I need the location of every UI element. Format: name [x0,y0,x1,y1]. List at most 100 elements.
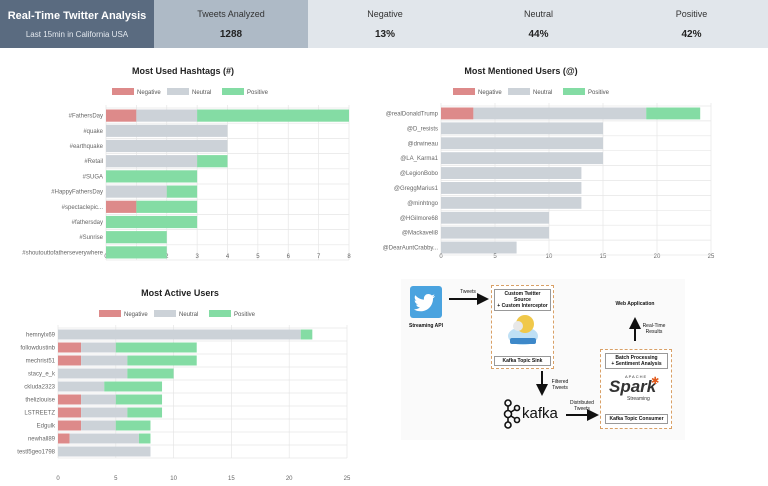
chart2-bar-negative [58,355,82,366]
chart0-category-label: #quake [83,129,103,135]
chart0-tick-label: 8 [347,254,351,260]
chart0-bar-positive [197,155,228,168]
chart2-tick-label: 15 [228,476,235,482]
chart2-tick-label: 5 [114,476,118,482]
chart2-bar-positive [115,420,151,431]
chart0-bar-positive [106,231,167,244]
chart2-legend-swatch-neutral [154,310,176,317]
chart2-bar-positive [115,342,197,353]
chart1-bar-neutral [441,122,603,135]
chart0-category-label: #HappyFathersDay [51,190,103,196]
chart2-title: Most Active Users [141,288,219,298]
chart1-legend-label-negative: Negative [478,90,502,96]
chart2-category-label: testl5geo1798 [17,450,55,456]
chart2-bar-neutral [81,342,116,353]
chart2-bar-negative [58,407,82,418]
chart0-tick-label: 6 [287,254,291,260]
chart2-category-label: thelizlouise [25,398,55,404]
chart2-legend-swatch-positive [209,310,231,317]
flume-logo-icon [506,310,540,350]
chart2-tick-label: 0 [56,476,60,482]
chart1-category-label: @realDonaldTrump [386,111,439,117]
chart2-category-label: followdustinb [20,346,55,352]
chart1-category-label: @GreggMarius1 [394,186,439,192]
chart0-title: Most Used Hashtags (#) [132,66,234,76]
chart0-bar-neutral [106,139,228,153]
chart2-category-label: newhall89 [28,437,56,443]
kafka-wordmark: kafka [522,405,558,422]
chart2-category-label: mechrist51 [26,359,56,365]
chart2-bar-positive [127,368,174,379]
chart0-bar-neutral [106,155,198,168]
chart2-category-label: hemnylx69 [26,333,56,339]
chart0-category-label: #earthquake [70,144,104,150]
chart0-tick-label: 5 [256,254,260,260]
flume-source-label: Custom Twitter Source + Custom Intercept… [494,289,551,311]
chart1-category-label: @LegionBobo [400,171,439,177]
chart1-category-label: @HGilmore68 [400,216,439,222]
chart2-tick-label: 10 [170,476,177,482]
chart2-legend-label-neutral: Neutral [179,312,198,318]
chart2-bar-positive [127,355,197,366]
chart0-tick-label: 4 [226,254,230,260]
chart1-bar-neutral [441,241,517,254]
chart1-legend-label-positive: Positive [588,90,610,96]
chart1-category-label: @Mackaveli8 [402,231,439,237]
chart2-bar-neutral [81,407,128,418]
chart0-legend-label-negative: Negative [137,90,161,96]
chart0-bar-neutral [106,124,228,137]
chart0-category-label: #SUGA [83,174,103,180]
chart2-bar-neutral [81,420,116,431]
chart0-legend-swatch-positive [222,88,244,95]
chart1-category-label: @DearAuntCrabby... [383,246,439,252]
chart1-legend-swatch-positive [563,88,585,95]
chart0-bar-positive [166,185,198,198]
chart1-bar-neutral [441,226,549,239]
chart2-bar-neutral [58,381,105,392]
chart2-bar-positive [138,433,151,444]
chart2-legend-swatch-negative [99,310,121,317]
chart2-category-label: Edgulk [37,424,56,430]
chart1-bar-positive [646,107,701,120]
chart1-bar-neutral [441,137,603,150]
chart1-bar-neutral [473,107,647,120]
chart0-bar-negative [106,109,137,122]
spark-processing-label: Batch Processing + Sentiment Analysis [605,353,668,369]
chart0-legend-swatch-negative [112,88,134,95]
chart1-bar-neutral [441,182,582,194]
chart1-bar-neutral [441,152,603,165]
chart0-legend-label-positive: Positive [247,90,269,96]
realtime-results-label: Real-Time Results [642,323,666,335]
chart2-bar-neutral [69,433,139,444]
chart0-bar-neutral [106,185,167,198]
chart2-bar-positive [127,407,163,418]
chart0-category-label: #FathersDay [69,114,103,120]
spark-box: Batch Processing + Sentiment Analysis AP… [600,349,672,429]
chart0-legend-swatch-neutral [167,88,189,95]
chart1-bar-neutral [441,167,582,179]
chart0-bar-positive [136,200,198,213]
chart1-legend-swatch-negative [453,88,475,95]
chart2-bar-negative [58,433,70,444]
kafka-logo-icon [503,399,521,429]
chart1-bar-neutral [441,211,549,224]
distributed-tweets-label: Distributed Tweets [570,400,594,412]
chart1-category-label: @LA_Karma1 [400,156,438,162]
chart0-bar-positive [197,109,349,122]
flume-box: Custom Twitter Source + Custom Intercept… [491,285,554,369]
chart0-bar-neutral [136,109,198,122]
chart0-category-label: #shoutouttofatherseverywhere [22,250,103,256]
chart1-title: Most Mentioned Users (@) [464,66,577,76]
spark-star-icon: ✱ [651,376,660,387]
chart1-legend-label-neutral: Neutral [533,90,552,96]
chart1-bar-neutral [441,196,582,209]
chart2-bar-positive [104,381,163,392]
chart0-bar-positive [106,246,167,259]
chart2-bar-neutral [58,446,151,457]
chart2-category-label: stacy_e_k [28,372,56,378]
chart2-bar-positive [115,394,163,405]
chart1-bar-negative [441,107,474,120]
spark-wordmark: Spark [609,377,657,396]
chart0-tick-label: 7 [317,254,321,260]
architecture-diagram: Streaming API Tweets Custom Twitter Sour… [401,279,685,440]
